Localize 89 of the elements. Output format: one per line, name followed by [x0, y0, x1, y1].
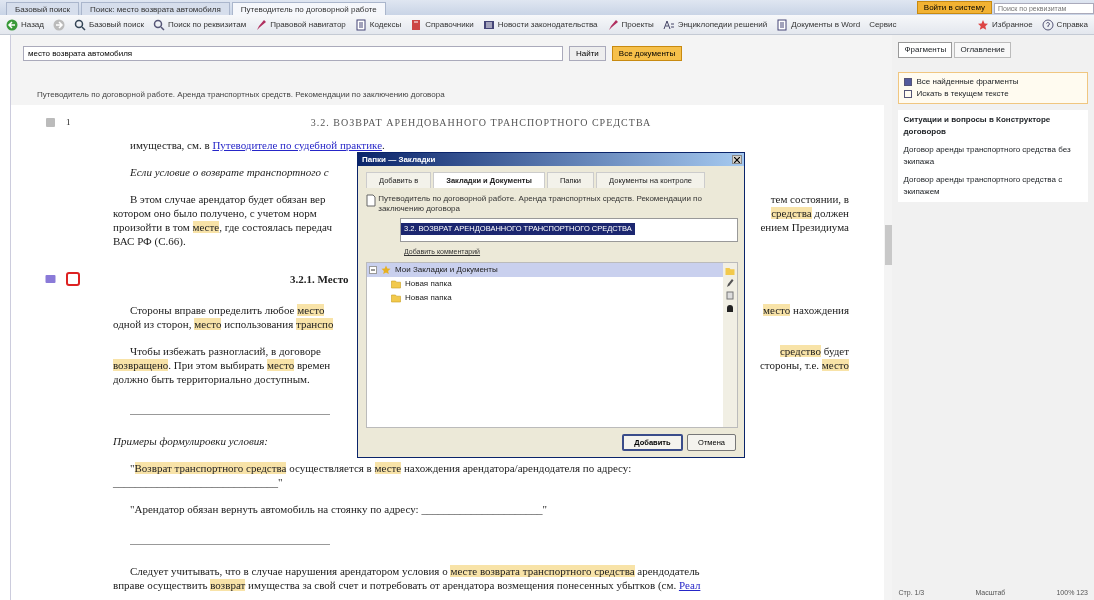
paragraph-text: вправе осуществить возврат имущества за свой счет и потребовать от арендатора возмещения понесенных убытков (см. Реал — [113, 578, 701, 592]
toolbar-button[interactable]: Документы в Word — [776, 18, 861, 31]
paragraph-text: имущества, см. в Путеводителе по судебной практике. — [130, 138, 385, 152]
forward-button[interactable] — [52, 18, 65, 31]
tree-item[interactable]: Мои Закладки и Документы — [367, 262, 723, 277]
panel-tab[interactable]: Оглавление — [954, 42, 1012, 58]
paragraph-text: Если условие о возврате транспортного с — [130, 165, 329, 179]
toolbar-button[interactable]: Проекты — [606, 18, 654, 31]
letters-icon — [662, 18, 675, 31]
paragraph-text: В этом случае арендатор будет обязан вер — [130, 192, 326, 206]
find-button[interactable]: Найти — [569, 45, 606, 61]
toolbar-button[interactable]: Правовой навигатор — [255, 18, 346, 31]
paragraph-text: ВАС РФ (С.66). — [113, 234, 186, 248]
toolbar-button[interactable]: Назад — [6, 18, 44, 31]
star-icon — [381, 264, 391, 275]
browser-tab[interactable]: Поиск: место возврата автомобиля — [81, 2, 230, 15]
paragraph-text: "Возврат транспортного средства осуществляется в месте нахождения арендатора/арендодателя по адресу: — [130, 461, 632, 475]
paragraph-text: должно быть территориально доступным. — [113, 372, 310, 386]
tree-item[interactable]: Новая папка — [367, 290, 723, 305]
toolbar-button[interactable]: Избранное — [977, 18, 1033, 31]
document-icon — [366, 194, 376, 208]
document-link[interactable]: Путеводителе по судебной практике — [212, 139, 382, 151]
paragraph-text: Чтобы избежать разногласий, в договоре — [130, 344, 321, 358]
newspaper-icon — [482, 18, 495, 31]
document-icon — [776, 18, 789, 31]
paragraph-text: ______________________________" — [113, 475, 283, 489]
document-title: Путеводитель по договорной работе. Аренда транспортных средств. Рекомендации по заключению договора — [378, 194, 703, 215]
paragraph-text: тем состоянии, в — [770, 192, 849, 206]
all-documents-button[interactable]: Все документы — [611, 45, 683, 61]
toolbar-button[interactable]: Поиск по реквизитам — [153, 18, 247, 31]
star-icon — [977, 18, 990, 31]
paragraph-text: место нахождения — [763, 303, 849, 317]
toolbar-button[interactable]: Базовый поиск — [73, 18, 144, 31]
magnifier-icon — [153, 18, 165, 31]
breadcrumb: Путеводитель по договорной работе. Аренда транспортных средств. Рекомендации по заключению договора — [11, 71, 884, 105]
toolbar-button[interactable]: Кодексы — [354, 18, 402, 31]
section-title: 3.2. ВОЗВРАТ АРЕНДОВАННОГО ТРАНСПОРТНОГО СРЕДСТВА — [309, 116, 653, 130]
toolbar-button[interactable]: Справка — [1041, 18, 1088, 31]
close-icon — [734, 157, 740, 164]
help-icon — [1041, 18, 1054, 31]
toolbar-button[interactable]: Новости законодательства — [482, 18, 598, 31]
tree-tool-button[interactable] — [725, 278, 735, 288]
paragraph-text: ением Президиума — [760, 220, 849, 234]
note-icon — [45, 274, 56, 284]
subsection-heading: 3.2.1. Место — [290, 273, 349, 285]
toolbar-button[interactable]: Справочники — [410, 18, 474, 31]
option-checkbox[interactable]: Искать в текущем тексте — [904, 88, 1082, 100]
panel-link[interactable]: Договор аренды транспортного средства без экипажа — [903, 144, 1083, 168]
paragraph-text: котором оно было получено, с учетом норм — [113, 206, 317, 220]
toolbar-button[interactable]: Энциклопедии решений — [662, 18, 768, 31]
pencil-icon — [725, 278, 735, 288]
close-button[interactable] — [732, 155, 742, 164]
panel-heading: Ситуации и вопросы в Конструкторе договоров — [903, 114, 1052, 138]
new-folder-icon — [725, 265, 735, 276]
browser-tab[interactable]: Базовый поиск — [6, 2, 80, 15]
back-arrow-icon — [6, 18, 18, 31]
paragraph-text: возвращено. При этом выбирать место времен — [113, 358, 331, 372]
example-caption: Примеры формулировки условия: — [113, 434, 268, 448]
tree-item[interactable]: Новая папка — [367, 276, 723, 291]
paragraph-text: одной из сторон, место использования транспо — [113, 317, 334, 331]
dialog-title: Папки — Закладки — [362, 153, 436, 166]
document-icon — [45, 117, 56, 128]
magnifier-icon — [73, 18, 86, 31]
paragraph-text: произойти в том месте, где состоялась передач — [113, 220, 333, 234]
paragraph-text: средство будет — [779, 344, 849, 358]
paragraph-text: Следует учитывать, что в случае нарушения арендатором условия о месте возврата транспортного средства арендодатель — [130, 564, 700, 578]
paragraph-text: средства должен — [771, 206, 849, 220]
paragraph-text: Стороны вправе определить любое место — [130, 303, 325, 317]
scrollbar-thumb[interactable] — [884, 225, 892, 265]
pen-icon — [606, 18, 619, 31]
option-checkbox[interactable]: Все найденные фрагменты — [904, 76, 1082, 88]
paragraph-text: стороны, т.е. место — [759, 358, 849, 372]
search-field[interactable]: место возврата автомобиля — [23, 45, 563, 61]
collapse-icon — [369, 265, 377, 274]
paragraph-text: "Арендатор обязан вернуть автомобиль на стоянку по адресу: ______________________" — [130, 502, 547, 516]
toolbar-button[interactable]: Сервис — [869, 18, 897, 31]
login-button[interactable]: Войти в систему — [916, 1, 992, 14]
folder-icon — [391, 278, 401, 289]
panel-link[interactable]: Договор аренды транспортного средства с экипажем — [903, 174, 1083, 198]
browser-tab[interactable]: Путеводитель по договорной работе — [231, 2, 386, 15]
folder-icon — [391, 292, 401, 303]
forward-arrow-icon — [52, 18, 65, 31]
document-icon — [354, 18, 367, 31]
bookmark-square-icon — [66, 272, 80, 286]
book-icon — [410, 18, 423, 31]
section-number: 1 — [66, 115, 71, 129]
document-link[interactable]: Реал — [678, 579, 701, 591]
panel-tab[interactable]: Фрагменты — [898, 42, 953, 58]
pen-icon — [255, 18, 268, 31]
